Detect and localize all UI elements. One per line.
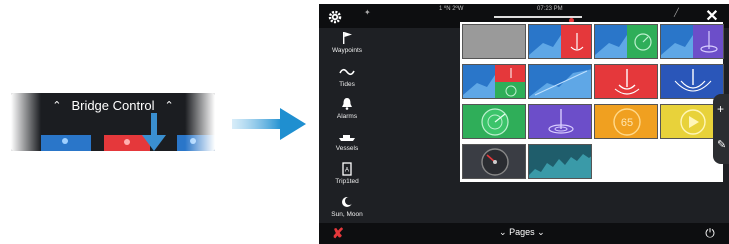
sidebar-item-label: Alarms — [336, 113, 358, 120]
page-tile-chart-sonar-radar[interactable] — [462, 64, 526, 99]
sidebar-item-tides[interactable]: Tides — [319, 64, 375, 98]
chevron-up-icon: ⌃ — [52, 99, 62, 112]
structure-icon — [548, 109, 574, 134]
chart-sonar-icon — [529, 25, 591, 58]
page-tile-blank[interactable] — [462, 24, 526, 59]
add-button[interactable]: + — [717, 102, 724, 116]
moon-icon — [342, 197, 353, 207]
radar-icon — [481, 108, 509, 136]
bottom-bar: ✘ ⌄ Pages ⌄ ⏻ — [319, 223, 729, 244]
pages-button[interactable]: ⌄ Pages ⌄ — [499, 227, 545, 238]
svg-text:A: A — [345, 168, 349, 174]
edge-buttons: + ✎ — [713, 94, 729, 164]
fade-left — [11, 93, 41, 151]
gear-icon[interactable] — [327, 9, 343, 25]
page-tile-grid: 65 — [460, 22, 724, 182]
sidebar-item-label: Waypoints — [331, 47, 363, 54]
page-tile-radar[interactable] — [462, 104, 526, 139]
sidebar-item-label: Tides — [339, 81, 355, 88]
gauge-value: 65 — [621, 117, 633, 129]
sidebar-item-label: Sun, Moon — [331, 211, 363, 218]
power-button[interactable]: ⏻ — [691, 223, 729, 244]
sidescan-icon — [674, 69, 712, 92]
page-tile-sonar[interactable] — [594, 64, 658, 99]
pin-icon — [62, 138, 68, 144]
chart-sonar-radar-icon — [463, 65, 525, 98]
sonar-icon — [614, 69, 640, 95]
edit-button[interactable]: ✎ — [717, 138, 726, 151]
bridge-tile[interactable] — [41, 135, 91, 151]
sidebar-item-waypoints[interactable]: Waypoints — [319, 30, 375, 64]
page-tile-sidescan[interactable] — [660, 64, 724, 99]
chevron-down-icon: ⌄ — [537, 227, 545, 237]
gauge-icon: 65 — [613, 108, 641, 136]
page-tile-trend[interactable] — [528, 144, 592, 179]
bridge-control-panel: ⌃ Bridge Control ⌃ — [11, 93, 215, 151]
sidebar-item-label: Trip1ted — [335, 178, 359, 185]
chart-radar-icon — [595, 25, 657, 58]
status-center: 1 ºN 2ºW 07:23 PM — [439, 6, 619, 23]
page-tile-engine[interactable] — [462, 144, 526, 179]
signal-icon: ╱ — [674, 8, 679, 17]
right-arrow-icon — [232, 108, 306, 140]
satellite-icon: ✦ — [364, 8, 371, 17]
time-readout: 07:23 PM — [537, 6, 563, 12]
swipe-down-arrow-icon — [142, 113, 166, 151]
engine-gauge-icon — [481, 148, 509, 176]
mob-button[interactable]: ✘ — [319, 223, 357, 244]
bridge-control-label: Bridge Control — [71, 97, 155, 113]
device-screen: ✦ 1 ºN 2ºW 07:23 PM ╱ ✕ Waypoints Tides … — [319, 4, 729, 244]
page-tile-structure[interactable] — [528, 104, 592, 139]
trip-icon: A — [342, 162, 352, 176]
bell-icon — [342, 98, 352, 110]
position-readout: 1 ºN 2ºW — [439, 6, 464, 12]
chevron-down-icon: ⌄ — [499, 227, 507, 237]
page: ⌃ Bridge Control ⌃ ✦ 1 ºN 2ºW 07:23 PM ╱… — [0, 0, 729, 244]
page-tile-chart-sonar[interactable] — [528, 24, 592, 59]
sidebar: Waypoints Tides Alarms Vessels A Trip1te… — [319, 28, 375, 223]
sidebar-item-trip[interactable]: A Trip1ted — [319, 161, 375, 195]
page-tile-instruments[interactable]: 65 — [594, 104, 658, 139]
boat-icon — [339, 135, 355, 141]
page-tile-chart-structure[interactable] — [660, 24, 724, 59]
wave-icon — [339, 68, 355, 76]
trend-graph-icon — [529, 154, 591, 178]
chart-icon — [529, 69, 591, 98]
page-tile-chart[interactable] — [528, 64, 592, 99]
fade-right — [185, 93, 215, 151]
page-tile-chart-radar[interactable] — [594, 24, 658, 59]
sidebar-item-vessels[interactable]: Vessels — [319, 128, 375, 162]
sidebar-item-label: Vessels — [335, 145, 359, 152]
sidebar-item-alarms[interactable]: Alarms — [319, 96, 375, 130]
chart-structure-icon — [661, 25, 723, 58]
chevron-up-icon: ⌃ — [164, 99, 174, 112]
pages-label: Pages — [509, 227, 535, 237]
flag-icon — [343, 32, 352, 44]
